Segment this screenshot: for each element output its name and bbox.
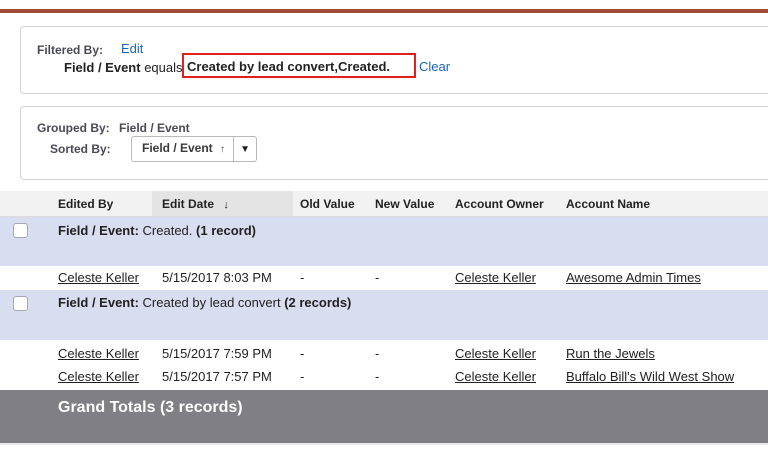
edit-date-cell: 5/15/2017 8:03 PM xyxy=(162,270,272,285)
table-row: Celeste Keller 5/15/2017 8:03 PM - - Cel… xyxy=(0,270,768,288)
edit-date-cell: 5/15/2017 7:57 PM xyxy=(162,369,272,384)
edited-by-link[interactable]: Celeste Keller xyxy=(58,369,139,384)
group-field-label: Field / Event: xyxy=(58,295,139,310)
edit-date-header-label: Edit Date xyxy=(162,197,215,211)
sort-field-value: Field / Event xyxy=(142,141,213,155)
clear-filter-link[interactable]: Clear xyxy=(419,59,450,74)
group-value: Created by lead convert xyxy=(142,295,281,310)
group-label: Field / Event: Created by lead convert (… xyxy=(58,295,351,310)
group-checkbox[interactable] xyxy=(13,296,28,311)
edited-by-link[interactable]: Celeste Keller xyxy=(58,346,139,361)
new-value-cell: - xyxy=(375,369,380,384)
group-header-row: Field / Event: Created. (1 record) xyxy=(0,217,768,266)
group-label: Field / Event: Created. (1 record) xyxy=(58,223,256,238)
filtered-by-label: Filtered By: xyxy=(37,43,104,57)
edit-filter-link[interactable]: Edit xyxy=(121,41,143,56)
grand-totals-label: Grand Totals (3 records) xyxy=(58,399,243,416)
group-value: Created. xyxy=(142,223,193,238)
sorted-by-label: Sorted By: xyxy=(50,142,111,156)
old-value-cell: - xyxy=(300,369,305,384)
group-checkbox[interactable] xyxy=(13,223,28,238)
account-name-link[interactable]: Awesome Admin Times xyxy=(566,270,701,285)
edit-date-cell: 5/15/2017 7:59 PM xyxy=(162,346,272,361)
column-header-edit-date[interactable]: Edit Date ↓ xyxy=(162,197,229,211)
grouped-by-label: Grouped By: xyxy=(37,121,110,135)
account-owner-link[interactable]: Celeste Keller xyxy=(455,346,536,361)
grand-totals-row: Grand Totals (3 records) xyxy=(0,390,768,443)
new-value-cell: - xyxy=(375,270,380,285)
top-accent-bar xyxy=(0,9,768,13)
group-field-label: Field / Event: xyxy=(58,223,139,238)
filter-operator: equals xyxy=(144,60,183,75)
group-header-row: Field / Event: Created by lead convert (… xyxy=(0,290,768,340)
bottom-divider xyxy=(0,443,768,445)
sort-descending-icon: ↓ xyxy=(223,199,229,211)
column-header-old-value[interactable]: Old Value xyxy=(300,197,355,211)
account-owner-link[interactable]: Celeste Keller xyxy=(455,270,536,285)
new-value-cell: - xyxy=(375,346,380,361)
account-name-link[interactable]: Run the Jewels xyxy=(566,346,655,361)
report-table-header: Edited By Edit Date ↓ Old Value New Valu… xyxy=(0,191,768,217)
filter-field: Field / Event xyxy=(64,60,141,75)
old-value-cell: - xyxy=(300,346,305,361)
account-owner-link[interactable]: Celeste Keller xyxy=(455,369,536,384)
column-header-new-value[interactable]: New Value xyxy=(375,197,434,211)
sort-by-dropdown[interactable]: Field / Event ↑ ▼ xyxy=(131,136,258,162)
group-count: (2 records) xyxy=(284,295,352,310)
column-header-account-name[interactable]: Account Name xyxy=(566,197,650,211)
chevron-down-icon[interactable]: ▼ xyxy=(233,137,256,161)
group-count: (1 record) xyxy=(196,223,256,238)
sort-field-button[interactable]: Field / Event ↑ xyxy=(132,137,233,161)
edited-by-link[interactable]: Celeste Keller xyxy=(58,270,139,285)
account-name-link[interactable]: Buffalo Bill's Wild West Show xyxy=(566,369,734,384)
grouped-by-value: Field / Event xyxy=(119,121,190,135)
column-header-account-owner[interactable]: Account Owner xyxy=(455,197,544,211)
old-value-cell: - xyxy=(300,270,305,285)
filter-value-highlight xyxy=(182,53,416,78)
column-header-edited-by[interactable]: Edited By xyxy=(58,197,113,211)
filter-criteria: Field / Event equals xyxy=(64,60,183,75)
sort-ascending-icon: ↑ xyxy=(220,144,226,155)
grouping-panel: Grouped By: Field / Event Sorted By: Fie… xyxy=(20,106,768,180)
table-row: Celeste Keller 5/15/2017 7:57 PM - - Cel… xyxy=(0,369,768,387)
table-row: Celeste Keller 5/15/2017 7:59 PM - - Cel… xyxy=(0,346,768,364)
